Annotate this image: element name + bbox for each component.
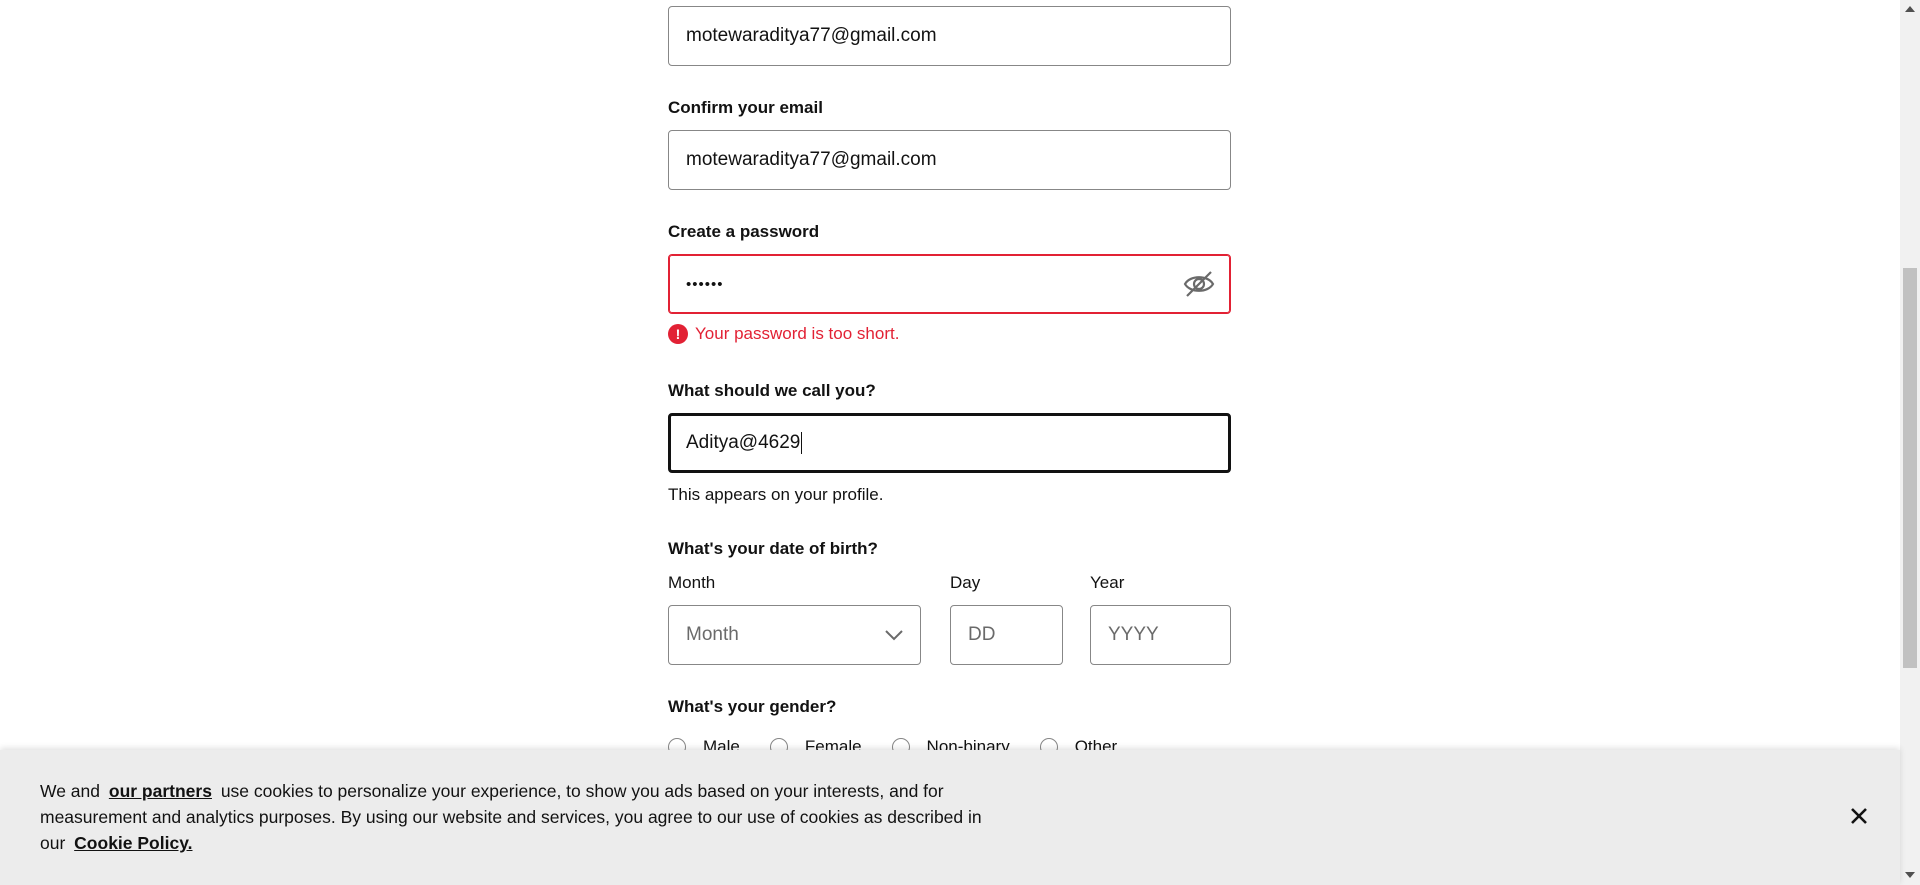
confirm-email-value: motewaraditya77@gmail.com xyxy=(686,149,937,170)
month-label: Month xyxy=(668,573,716,592)
close-icon[interactable] xyxy=(1848,805,1870,827)
name-helper: This appears on your profile. xyxy=(668,485,884,504)
eye-slash-icon[interactable] xyxy=(1182,269,1216,299)
password-value: •••••• xyxy=(686,275,724,293)
our-partners-link[interactable]: our partners xyxy=(109,781,212,801)
confirm-email-input[interactable]: motewaraditya77@gmail.com xyxy=(668,130,1231,190)
password-error: ! Your password is too short. xyxy=(668,324,899,344)
year-label: Year xyxy=(1090,573,1125,592)
dob-label: What's your date of birth? xyxy=(668,539,878,558)
day-placeholder: DD xyxy=(968,624,996,645)
gender-label: What's your gender? xyxy=(668,697,837,716)
scroll-down-arrow-icon[interactable] xyxy=(1905,872,1915,878)
email-value: motewaraditya77@gmail.com xyxy=(686,25,937,46)
password-label: Create a password xyxy=(668,222,820,241)
year-input[interactable]: YYYY xyxy=(1090,605,1231,665)
month-value: Month xyxy=(686,624,739,645)
text-caret xyxy=(801,432,803,454)
page-scrollbar[interactable] xyxy=(1900,0,1920,885)
month-select[interactable]: Month xyxy=(668,605,921,665)
day-label: Day xyxy=(950,573,981,592)
chevron-down-icon xyxy=(885,630,903,641)
cookie-banner-text: We and our partners use cookies to perso… xyxy=(40,778,1000,856)
day-input[interactable]: DD xyxy=(950,605,1063,665)
email-input[interactable]: motewaraditya77@gmail.com xyxy=(668,6,1231,66)
password-input[interactable]: •••••• xyxy=(668,254,1231,314)
scroll-up-arrow-icon[interactable] xyxy=(1905,6,1915,12)
year-placeholder: YYYY xyxy=(1108,624,1159,645)
error-icon: ! xyxy=(668,324,688,344)
cookie-text-start: We and xyxy=(40,781,100,801)
cookie-policy-link[interactable]: Cookie Policy. xyxy=(74,833,192,853)
scrollbar-thumb[interactable] xyxy=(1903,268,1917,668)
name-value: Aditya@4629 xyxy=(686,432,801,453)
confirm-email-label: Confirm your email xyxy=(668,98,823,117)
name-label: What should we call you? xyxy=(668,381,876,400)
cookie-banner: We and our partners use cookies to perso… xyxy=(0,750,1900,885)
name-input[interactable]: Aditya@4629 xyxy=(668,413,1231,473)
password-error-text: Your password is too short. xyxy=(695,324,900,343)
